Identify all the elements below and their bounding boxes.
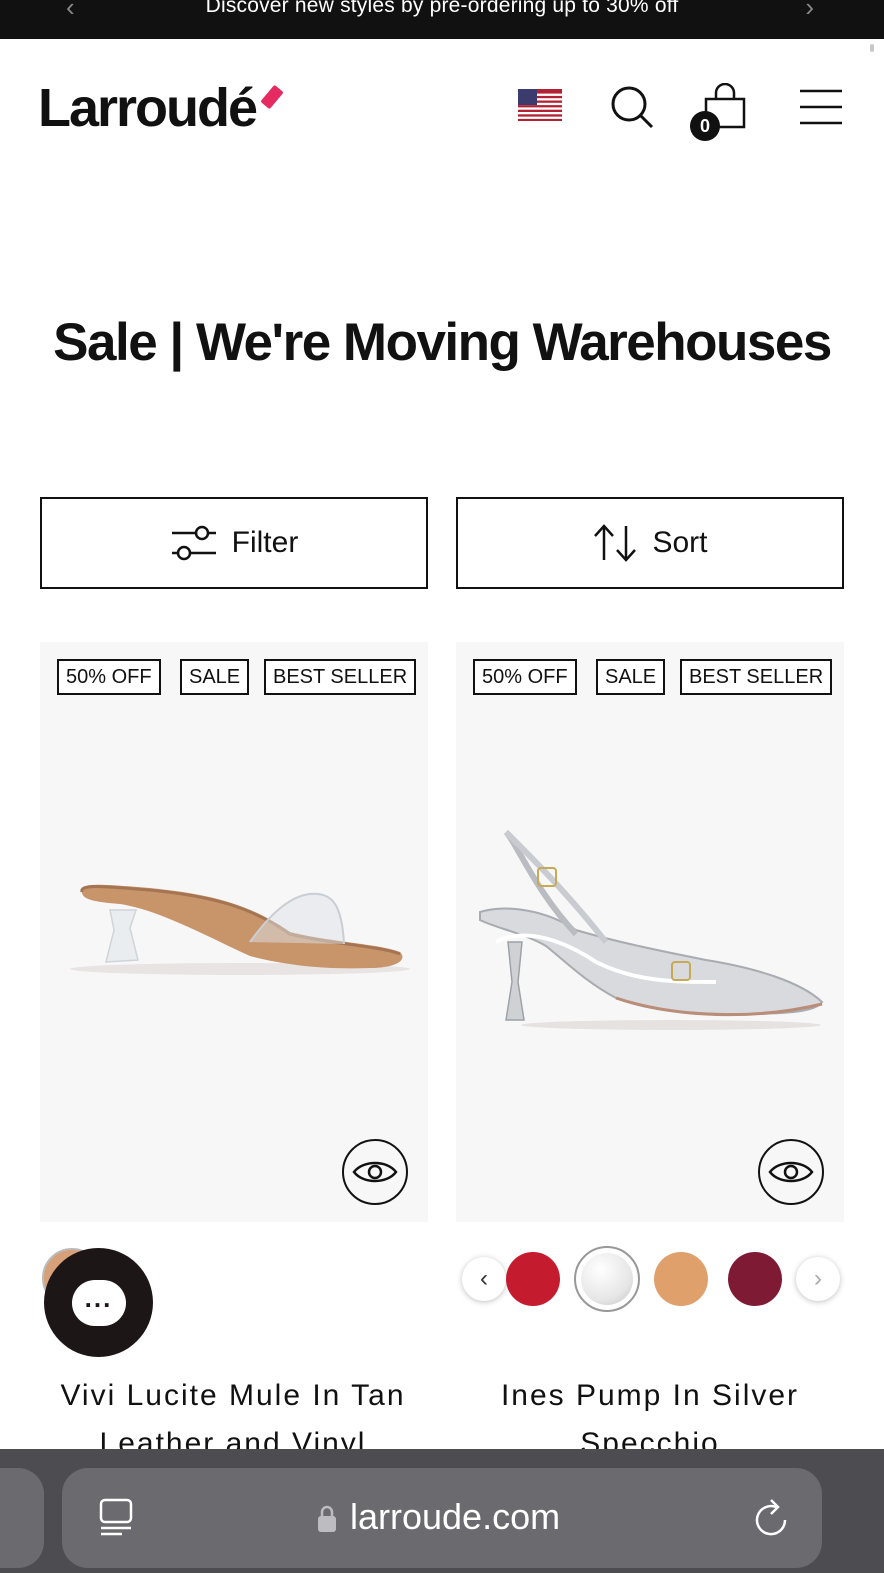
badge-discount: 50% OFF [473,659,577,695]
badge-best-seller: BEST SELLER [680,659,833,695]
product-card[interactable]: 50% OFF SALE BEST SELLER [40,642,428,1222]
chat-button[interactable]: ... [44,1248,153,1357]
filter-button[interactable]: Filter [40,497,428,589]
color-swatch-red[interactable] [506,1252,560,1306]
cart-count-badge: 0 [690,111,720,141]
color-swatch-tan[interactable] [654,1252,708,1306]
announcement-message[interactable]: Discover new styles by pre-ordering up t… [0,0,884,18]
search-icon[interactable] [608,83,656,131]
swatch-prev-button[interactable]: ‹ [462,1257,506,1301]
quick-view-button[interactable] [758,1139,824,1205]
us-flag-icon[interactable] [518,89,562,121]
product-card[interactable]: 50% OFF SALE BEST SELLER [456,642,844,1222]
eye-icon [352,1161,398,1183]
badge-sale: SALE [596,659,666,695]
filter-label: Filter [231,526,299,559]
announcement-bar: ‹ Discover new styles by pre-ordering up… [0,0,884,39]
lock-icon [318,1505,336,1532]
url-text: larroude.com [350,1496,561,1537]
reader-mode-icon[interactable] [98,1498,134,1538]
previous-tab-preview[interactable] [0,1468,44,1568]
quick-view-button[interactable] [342,1139,408,1205]
menu-icon[interactable] [798,83,846,131]
announcement-next-arrow[interactable]: › [805,0,814,23]
sort-label: Sort [652,526,708,559]
logo-accent-mark [260,84,284,110]
sort-button[interactable]: Sort [456,497,844,589]
badge-sale: SALE [180,659,250,695]
browser-toolbar: larroude.com [0,1449,884,1573]
sliders-icon [171,525,216,561]
color-swatch-silver[interactable] [574,1246,640,1312]
eye-icon [768,1161,814,1183]
site-header: Larroudé [0,39,884,179]
color-swatch-burgundy[interactable] [728,1252,782,1306]
swatch-next-button[interactable]: › [796,1257,840,1301]
address-bar[interactable]: larroude.com [62,1468,822,1568]
chat-bubble-icon: ... [71,1279,126,1326]
badge-discount: 50% OFF [57,659,161,695]
product-image-mule[interactable] [40,642,428,1222]
brand-logo[interactable]: Larroudé [38,77,258,139]
badge-best-seller: BEST SELLER [264,659,417,695]
page-title: Sale | We're Moving Warehouses [53,313,832,372]
reload-icon[interactable] [752,1496,792,1540]
product-image-pump[interactable] [456,642,844,1222]
sort-arrows-icon [594,524,637,562]
